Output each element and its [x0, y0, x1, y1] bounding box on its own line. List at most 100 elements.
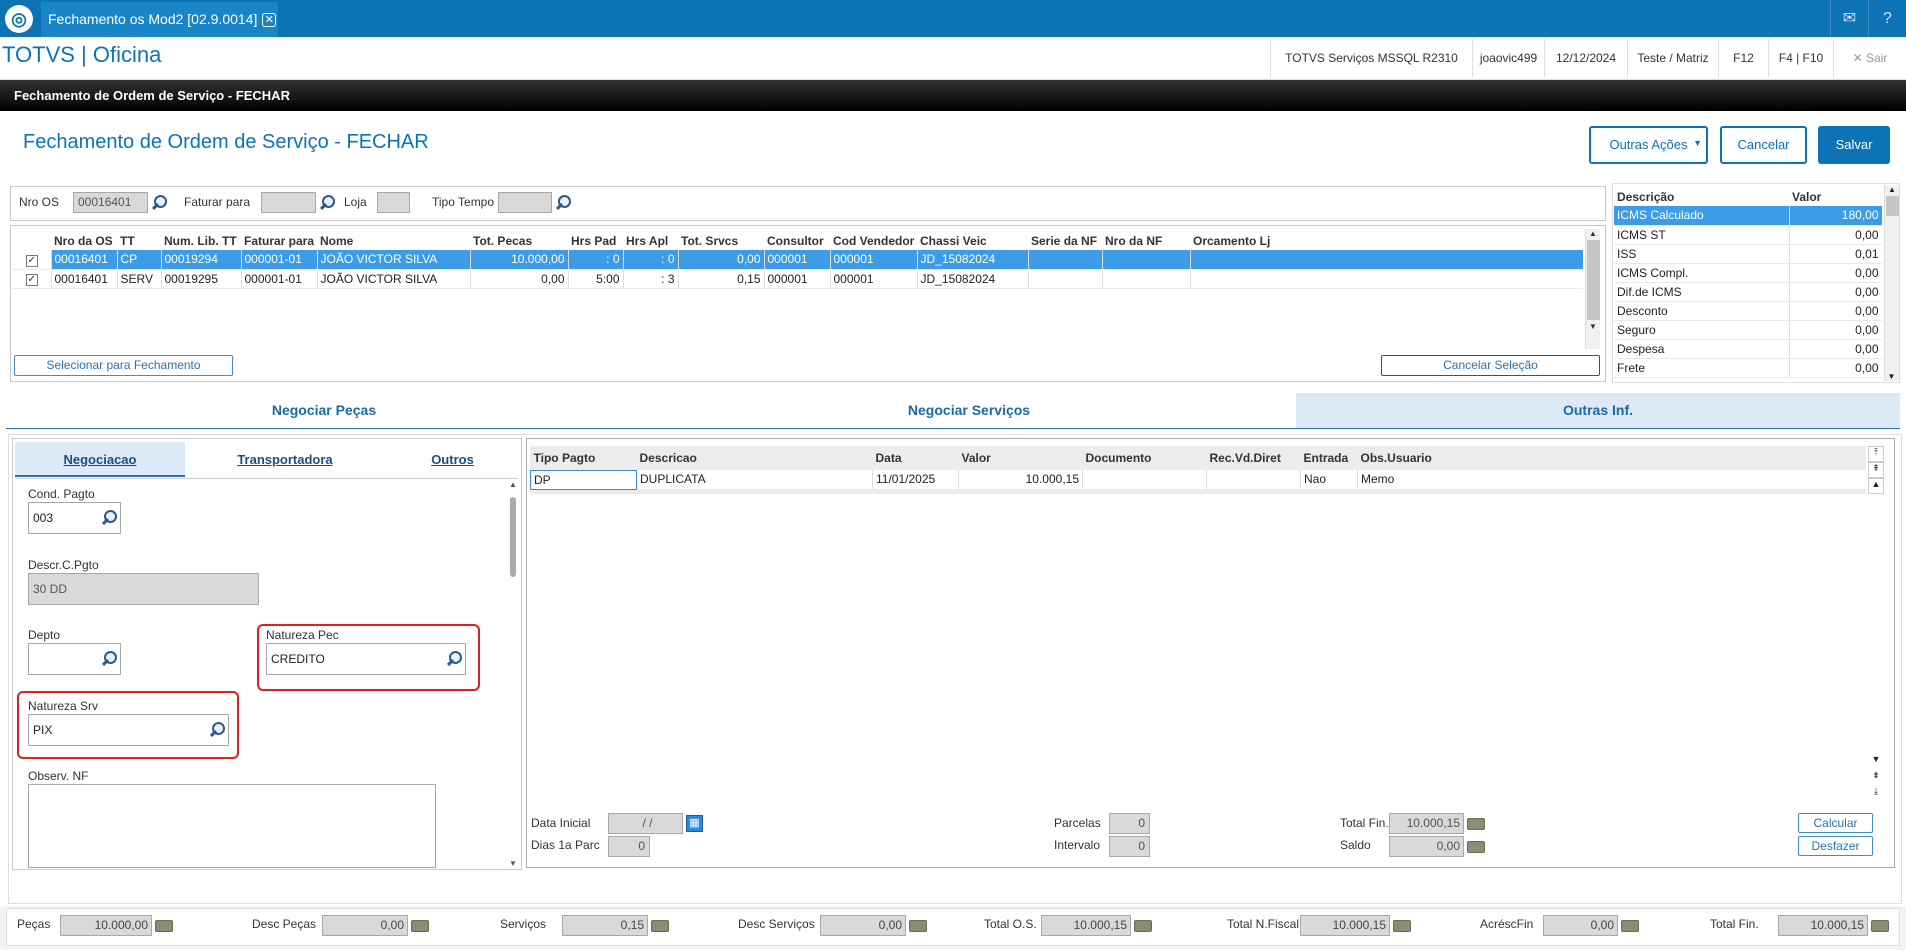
- scroll-up-icon[interactable]: ▲: [1885, 185, 1899, 194]
- desc-pecas-value[interactable]: 0,00: [322, 915, 408, 936]
- close-tab-icon[interactable]: ✕: [262, 13, 277, 28]
- money-icon[interactable]: [909, 920, 927, 932]
- scroll-down-icon[interactable]: ▼: [1868, 754, 1884, 770]
- col-obs-usuario[interactable]: Obs.Usuario: [1357, 446, 1866, 470]
- table-row[interactable]: DP DUPLICATA 11/01/2025 10.000,15 Nao Me…: [530, 469, 1866, 490]
- table-row[interactable]: Frete 0,00: [1614, 358, 1882, 378]
- selecionar-fechamento-button[interactable]: Selecionar para Fechamento: [14, 355, 233, 376]
- scroll-up-icon[interactable]: ▲: [1868, 478, 1884, 494]
- faturar-para-input[interactable]: [261, 192, 316, 213]
- saldo-input[interactable]: 0,00: [1389, 836, 1464, 857]
- scroll-top-icon[interactable]: ⤒: [1868, 446, 1884, 462]
- money-icon[interactable]: [1467, 841, 1485, 853]
- table-row[interactable]: Dif.de ICMS 0,00: [1614, 282, 1882, 302]
- intervalo-input[interactable]: 0: [1109, 836, 1150, 857]
- mail-icon[interactable]: ✉: [1830, 0, 1868, 37]
- scroll-down-icon[interactable]: ▼: [1885, 372, 1898, 381]
- descr-c-pgto-input[interactable]: 30 DD: [28, 573, 259, 605]
- loja-input[interactable]: [377, 192, 410, 213]
- data-inicial-input[interactable]: / /: [608, 813, 683, 834]
- col-nome[interactable]: Nome: [317, 231, 470, 250]
- col-valor[interactable]: Valor: [1789, 187, 1882, 206]
- tab-negociacao[interactable]: Negociacao: [15, 442, 185, 477]
- cond-pagto-search-icon[interactable]: [100, 509, 118, 527]
- money-icon[interactable]: [411, 920, 429, 932]
- natureza-srv-search-icon[interactable]: [208, 721, 226, 739]
- col-chassi[interactable]: Chassi Veic: [917, 231, 1028, 250]
- col-cod-vendedor[interactable]: Cod Vendedor: [830, 231, 917, 250]
- col-documento[interactable]: Documento: [1082, 446, 1207, 470]
- money-icon[interactable]: [1467, 818, 1485, 830]
- money-icon[interactable]: [1134, 920, 1152, 932]
- col-tt[interactable]: TT: [117, 231, 161, 250]
- col-data[interactable]: Data: [872, 446, 959, 470]
- pecas-value[interactable]: 10.000,00: [60, 915, 152, 936]
- tab-outras-inf[interactable]: Outras Inf.: [1296, 393, 1900, 428]
- acresc-fin-value[interactable]: 0,00: [1543, 915, 1618, 936]
- table-row[interactable]: ICMS Compl. 0,00: [1614, 263, 1882, 283]
- taxes-scrollbar[interactable]: ▲ ▼: [1884, 185, 1899, 381]
- table-row[interactable]: Seguro 0,00: [1614, 320, 1882, 340]
- parcelas-input[interactable]: 0: [1109, 813, 1150, 834]
- faturar-search-icon[interactable]: [318, 194, 336, 212]
- natureza-pec-search-icon[interactable]: [445, 650, 463, 668]
- money-icon[interactable]: [1621, 920, 1639, 932]
- desfazer-button[interactable]: Desfazer: [1798, 836, 1873, 856]
- tipo-tempo-input[interactable]: [498, 192, 552, 213]
- depto-search-icon[interactable]: [100, 650, 118, 668]
- f4-f10-button[interactable]: F4 | F10: [1768, 39, 1833, 78]
- help-icon[interactable]: ?: [1868, 0, 1906, 37]
- col-faturar[interactable]: Faturar para: [241, 231, 317, 250]
- nro-os-input[interactable]: 00016401: [73, 192, 148, 213]
- col-descricao[interactable]: Descrição: [1614, 187, 1789, 206]
- cell[interactable]: DP: [530, 469, 637, 490]
- dias-1a-parc-input[interactable]: 0: [608, 836, 650, 857]
- scroll-up-icon[interactable]: ▲: [1586, 229, 1600, 238]
- col-hrs-apl[interactable]: Hrs Apl: [623, 231, 678, 250]
- scroll-page-down-icon[interactable]: ⇟: [1868, 770, 1884, 786]
- totvs-logo-icon[interactable]: ◎: [5, 5, 33, 33]
- tab-negociar-pecas[interactable]: Negociar Peças: [6, 393, 642, 428]
- table-row[interactable]: ICMS Calculado 180,00: [1614, 206, 1882, 226]
- col-valor[interactable]: Valor: [958, 446, 1083, 470]
- col-num-lib[interactable]: Num. Lib. TT: [161, 231, 241, 250]
- col-serie-nf[interactable]: Serie da NF: [1028, 231, 1102, 250]
- os-grid-scrollbar[interactable]: ▲ ▼: [1585, 229, 1600, 349]
- calendar-icon[interactable]: ▦: [686, 815, 703, 832]
- money-icon[interactable]: [155, 920, 173, 932]
- cancelar-button[interactable]: Cancelar: [1720, 126, 1807, 164]
- date-label[interactable]: 12/12/2024: [1544, 39, 1627, 78]
- natureza-srv-input[interactable]: PIX: [28, 714, 229, 746]
- scroll-bottom-icon[interactable]: ⤓: [1868, 786, 1884, 802]
- tipo-tempo-search-icon[interactable]: [554, 194, 572, 212]
- col-nro-os[interactable]: Nro da OS: [51, 231, 117, 250]
- scroll-up-icon[interactable]: ▲: [506, 480, 520, 489]
- table-row[interactable]: ICMS ST 0,00: [1614, 225, 1882, 245]
- outras-acoes-button[interactable]: Outras Ações ▼: [1589, 126, 1708, 164]
- f12-button[interactable]: F12: [1718, 39, 1768, 78]
- checkbox-icon[interactable]: ✓: [25, 274, 38, 286]
- negociacao-scrollbar[interactable]: ▲ ▼: [506, 480, 520, 868]
- col-hrs-pad[interactable]: Hrs Pad: [568, 231, 623, 250]
- salvar-button[interactable]: Salvar: [1818, 126, 1890, 164]
- exit-button[interactable]: ✕ Sair: [1833, 39, 1906, 78]
- total-fin-bottom-value[interactable]: 10.000,15: [1778, 915, 1868, 936]
- col-orcamento[interactable]: Orcamento Lj: [1190, 231, 1583, 250]
- money-icon[interactable]: [1393, 920, 1411, 932]
- table-row[interactable]: ✓ 00016401 SERV 00019295 000001-01 JOÃO …: [13, 269, 1583, 289]
- tab-negociar-servicos[interactable]: Negociar Serviços: [642, 393, 1296, 428]
- desc-servicos-value[interactable]: 0,00: [820, 915, 906, 936]
- cancelar-selecao-button[interactable]: Cancelar Seleção: [1381, 355, 1600, 376]
- branch-label[interactable]: Teste / Matriz: [1627, 39, 1718, 78]
- total-fin-input[interactable]: 10.000,15: [1389, 813, 1464, 834]
- observ-nf-textarea[interactable]: [28, 784, 436, 868]
- table-row[interactable]: Despesa 0,00: [1614, 339, 1882, 359]
- tab-transportadora[interactable]: Transportadora: [200, 442, 370, 477]
- money-icon[interactable]: [651, 920, 669, 932]
- servicos-value[interactable]: 0,15: [562, 915, 648, 936]
- table-row[interactable]: ✓ 00016401 CP 00019294 000001-01 JOÃO VI…: [13, 250, 1583, 270]
- checkbox-icon[interactable]: ✓: [25, 254, 38, 267]
- col-nro-nf[interactable]: Nro da NF: [1102, 231, 1190, 250]
- col-rec-vd-diret[interactable]: Rec.Vd.Diret: [1206, 446, 1301, 470]
- scroll-down-icon[interactable]: ▼: [506, 859, 520, 868]
